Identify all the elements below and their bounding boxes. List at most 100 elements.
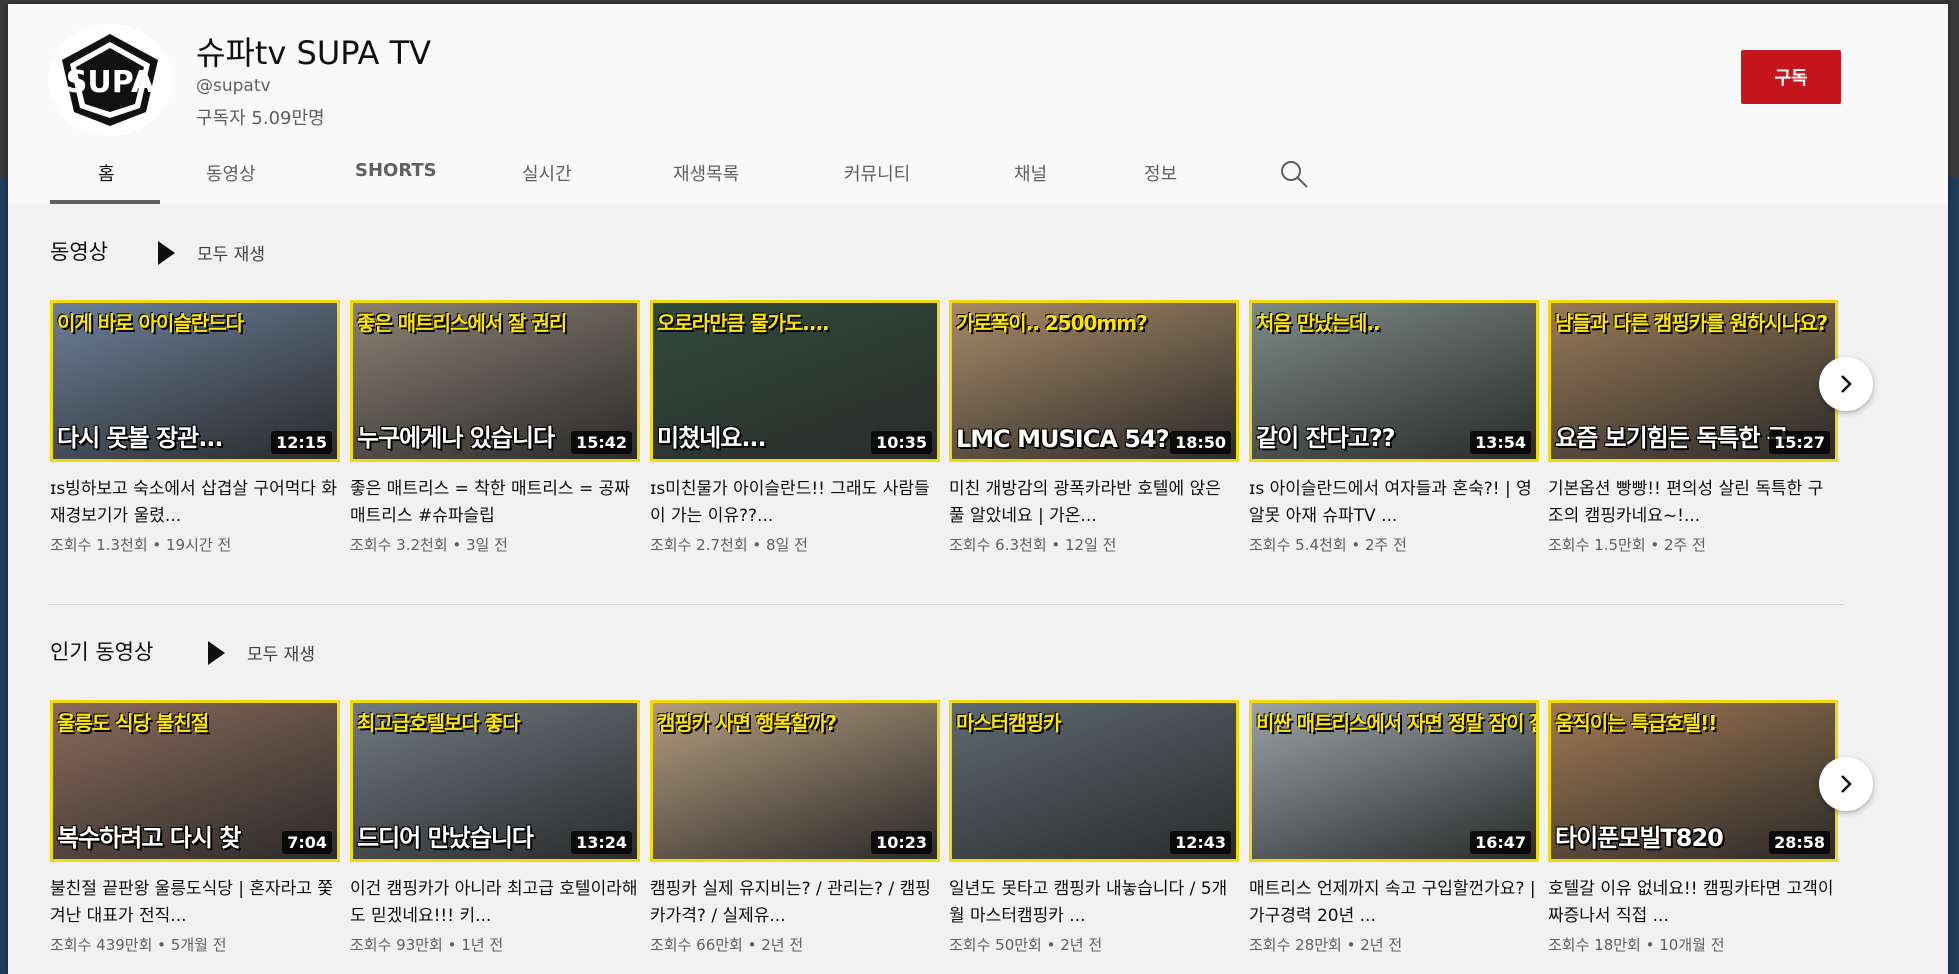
video-duration: 10:23 bbox=[871, 831, 932, 854]
video-thumbnail[interactable]: 남들과 다른 캠핑카를 원하시나요? 요즘 보기힘든 독특한 구 15:27 bbox=[1548, 300, 1838, 462]
thumbnail-caption: 복수하려고 다시 찾 bbox=[57, 824, 241, 852]
video-thumbnail[interactable]: 캠핑카 사면 행복할까? 10:23 bbox=[650, 700, 940, 862]
video-duration: 13:54 bbox=[1470, 431, 1531, 454]
video-card[interactable]: 처음 만났는데.. 같이 잔다고?? 13:54 ɪs 아이슬란드에서 여자들과 혼숙… bbox=[1249, 300, 1539, 555]
tab-shorts[interactable]: SHORTS bbox=[355, 160, 437, 181]
play-all-label: 모두 재생 bbox=[197, 245, 265, 265]
video-card[interactable]: 최고급호텔보다 좋다 드디어 만났습니다 13:24 이건 캠핑카가 아니라 최고급 … bbox=[350, 700, 640, 955]
video-meta: 조회수 66만회 • 2년 전 bbox=[650, 936, 804, 954]
video-meta: 조회수 6.3천회 • 12일 전 bbox=[949, 536, 1117, 554]
thumbnail-headline: 최고급호텔보다 좋다 bbox=[357, 711, 521, 735]
video-title[interactable]: 일년도 못타고 캠핑카 내놓습니다 / 5개월 마스터캠핑카 ... bbox=[949, 876, 1239, 930]
video-meta: 조회수 1.3천회 • 19시간 전 bbox=[50, 536, 232, 554]
channel-avatar[interactable]: SUPA bbox=[48, 24, 172, 136]
thumbnail-caption: 타이푼모빌T820 bbox=[1555, 824, 1724, 852]
video-duration: 10:35 bbox=[871, 431, 932, 454]
thumbnail-headline: 가로폭이.. 2500mm? bbox=[956, 311, 1148, 335]
tab-live[interactable]: 실시간 bbox=[522, 160, 572, 186]
thumbnail-caption: 드디어 만났습니다 bbox=[357, 824, 534, 852]
thumbnail-headline: 움직이는 특급호텔!! bbox=[1555, 711, 1717, 735]
tab-videos[interactable]: 동영상 bbox=[206, 160, 256, 186]
video-duration: 15:27 bbox=[1769, 431, 1830, 454]
section-title-popular: 인기 동영상 bbox=[50, 640, 154, 664]
video-card[interactable]: 캠핑카 사면 행복할까? 10:23 캠핑카 실제 유지비는? / 관리는? / 캠… bbox=[650, 700, 940, 955]
thumbnail-caption: 요즘 보기힘든 독특한 구 bbox=[1555, 424, 1789, 452]
video-card[interactable]: 움직이는 특급호텔!! 타이푼모빌T820 28:58 호텔갈 이유 없네요!! 캠핑… bbox=[1548, 700, 1838, 955]
supa-logo-icon: SUPA bbox=[62, 34, 158, 126]
video-card[interactable]: 오로라만큼 물가도.... 미쳤네요... 10:35 ɪs미친물가 아이슬란드!! … bbox=[650, 300, 940, 555]
video-thumbnail[interactable]: 좋은 매트리스에서 잘 권리 누구에게나 있습니다 15:42 bbox=[350, 300, 640, 462]
play-all-button[interactable]: 모두 재생 bbox=[158, 240, 265, 265]
video-card[interactable]: 마스터캠핑카 12:43 일년도 못타고 캠핑카 내놓습니다 / 5개월 마스터캠핑… bbox=[949, 700, 1239, 955]
thumbnail-caption: 같이 잔다고?? bbox=[1256, 424, 1396, 452]
video-title[interactable]: ɪs빙하보고 숙소에서 삽겹살 구어먹다 화재경보기가 울렸... bbox=[50, 476, 340, 530]
video-title[interactable]: 불친절 끝판왕 울릉도식당 | 혼자라고 쫓겨난 대표가 전직... bbox=[50, 876, 340, 930]
thumbnail-caption: 다시 못볼 장관... bbox=[57, 424, 224, 452]
video-title[interactable]: 좋은 매트리스 = 착한 매트리스 = 공짜 매트리스 #슈파슬립 bbox=[350, 476, 640, 530]
thumbnail-headline: 남들과 다른 캠핑카를 원하시나요? bbox=[1555, 311, 1828, 335]
tab-home[interactable]: 홈 bbox=[98, 160, 115, 186]
video-meta: 조회수 5.4천회 • 2주 전 bbox=[1249, 536, 1407, 554]
video-card[interactable]: 좋은 매트리스에서 잘 권리 누구에게나 있습니다 15:42 좋은 매트리스 = 착… bbox=[350, 300, 640, 555]
tab-community[interactable]: 커뮤니티 bbox=[844, 160, 910, 186]
tab-about[interactable]: 정보 bbox=[1144, 160, 1177, 186]
video-title[interactable]: 매트리스 언제까지 속고 구입할껀가요? | 가구경력 20년 ... bbox=[1249, 876, 1539, 930]
chevron-right-icon bbox=[1841, 775, 1852, 793]
video-thumbnail[interactable]: 가로폭이.. 2500mm? LMC MUSICA 54? 18:50 bbox=[949, 300, 1239, 462]
section-divider bbox=[48, 604, 1844, 605]
next-arrow-button[interactable] bbox=[1819, 757, 1873, 811]
next-arrow-button[interactable] bbox=[1819, 357, 1873, 411]
subscribe-button[interactable]: 구독 bbox=[1741, 50, 1841, 104]
video-card[interactable]: 남들과 다른 캠핑카를 원하시나요? 요즘 보기힘든 독특한 구 15:27 기본옵션… bbox=[1548, 300, 1838, 555]
play-all-label: 모두 재생 bbox=[247, 645, 315, 665]
thumbnail-caption: 미쳤네요... bbox=[657, 424, 767, 452]
thumbnail-headline: 이게 바로 아이슬란드다 bbox=[57, 311, 244, 335]
video-title[interactable]: ɪs 아이슬란드에서 여자들과 혼숙?! | 영알못 아재 슈파TV ... bbox=[1249, 476, 1539, 530]
video-duration: 12:43 bbox=[1170, 831, 1231, 854]
video-title[interactable]: 미친 개방감의 광폭카라반 호텔에 앉은 풀 알았네요 | 가온... bbox=[949, 476, 1239, 530]
video-card[interactable]: 울릉도 식당 불친절 복수하려고 다시 찾 7:04 불친절 끝판왕 울릉도식당 | … bbox=[50, 700, 340, 955]
video-thumbnail[interactable]: 최고급호텔보다 좋다 드디어 만났습니다 13:24 bbox=[350, 700, 640, 862]
thumbnail-headline: 처음 만났는데.. bbox=[1256, 311, 1381, 335]
video-card[interactable]: 이게 바로 아이슬란드다다시 못볼 장관... 12:15 ɪs빙하보고 숙소에서 … bbox=[50, 300, 340, 555]
logo-text: SUPA bbox=[66, 65, 155, 100]
tab-playlists[interactable]: 재생목록 bbox=[673, 160, 739, 186]
video-meta: 조회수 18만회 • 10개월 전 bbox=[1548, 936, 1725, 954]
video-title[interactable]: ɪs미친물가 아이슬란드!! 그래도 사람들이 가는 이유??... bbox=[650, 476, 940, 530]
video-title[interactable]: 이건 캠핑카가 아니라 최고급 호텔이라해도 믿겠네요!!! 키... bbox=[350, 876, 640, 930]
video-thumbnail[interactable]: 이게 바로 아이슬란드다다시 못볼 장관... 12:15 bbox=[50, 300, 340, 462]
video-title[interactable]: 캠핑카 실제 유지비는? / 관리는? / 캠핑카가격? / 실제유... bbox=[650, 876, 940, 930]
video-meta: 조회수 439만회 • 5개월 전 bbox=[50, 936, 227, 954]
tab-channels[interactable]: 채널 bbox=[1014, 160, 1047, 186]
video-title[interactable]: 호텔갈 이유 없네요!! 캠핑카타면 고객이 짜증나서 직접 ... bbox=[1548, 876, 1838, 930]
play-icon bbox=[158, 240, 175, 265]
thumbnail-headline: 오로라만큼 물가도.... bbox=[657, 311, 830, 335]
video-meta: 조회수 1.5만회 • 2주 전 bbox=[1548, 536, 1706, 554]
video-meta: 조회수 2.7천회 • 8일 전 bbox=[650, 536, 808, 554]
video-thumbnail[interactable]: 오로라만큼 물가도.... 미쳤네요... 10:35 bbox=[650, 300, 940, 462]
channel-page: SUPA 슈파tv SUPA TV @supatv 구독자 5.09만명 구독 … bbox=[8, 4, 1948, 974]
video-duration: 15:42 bbox=[571, 431, 632, 454]
video-meta: 조회수 3.2천회 • 3일 전 bbox=[350, 536, 508, 554]
video-duration: 16:47 bbox=[1470, 831, 1531, 854]
thumbnail-headline: 비싼 매트리스에서 자면 정말 잠이 잘 올까? bbox=[1256, 711, 1536, 735]
section-title-videos: 동영상 bbox=[50, 240, 108, 264]
channel-name: 슈파tv SUPA TV bbox=[196, 34, 432, 72]
video-thumbnail[interactable]: 울릉도 식당 불친절 복수하려고 다시 찾 7:04 bbox=[50, 700, 340, 862]
thumbnail-headline: 좋은 매트리스에서 잘 권리 bbox=[357, 311, 567, 335]
video-card[interactable]: 비싼 매트리스에서 자면 정말 잠이 잘 올까? 16:47 매트리스 언제까지 속… bbox=[1249, 700, 1539, 955]
chevron-right-icon bbox=[1841, 375, 1852, 393]
play-all-button[interactable]: 모두 재생 bbox=[208, 640, 315, 665]
subscriber-count: 구독자 5.09만명 bbox=[196, 108, 325, 129]
channel-header: SUPA 슈파tv SUPA TV @supatv 구독자 5.09만명 구독 … bbox=[8, 4, 1948, 204]
video-card[interactable]: 가로폭이.. 2500mm? LMC MUSICA 54? 18:50 미친 개방감의… bbox=[949, 300, 1239, 555]
video-thumbnail[interactable]: 마스터캠핑카 12:43 bbox=[949, 700, 1239, 862]
video-duration: 12:15 bbox=[271, 431, 332, 454]
video-thumbnail[interactable]: 처음 만났는데.. 같이 잔다고?? 13:54 bbox=[1249, 300, 1539, 462]
video-title[interactable]: 기본옵션 빵빵!! 편의성 살린 독특한 구조의 캠핑카네요~!... bbox=[1548, 476, 1838, 530]
video-thumbnail[interactable]: 비싼 매트리스에서 자면 정말 잠이 잘 올까? 16:47 bbox=[1249, 700, 1539, 862]
search-icon[interactable] bbox=[1278, 158, 1314, 194]
video-duration: 28:58 bbox=[1769, 831, 1830, 854]
video-meta: 조회수 50만회 • 2년 전 bbox=[949, 936, 1103, 954]
video-thumbnail[interactable]: 움직이는 특급호텔!! 타이푼모빌T820 28:58 bbox=[1548, 700, 1838, 862]
